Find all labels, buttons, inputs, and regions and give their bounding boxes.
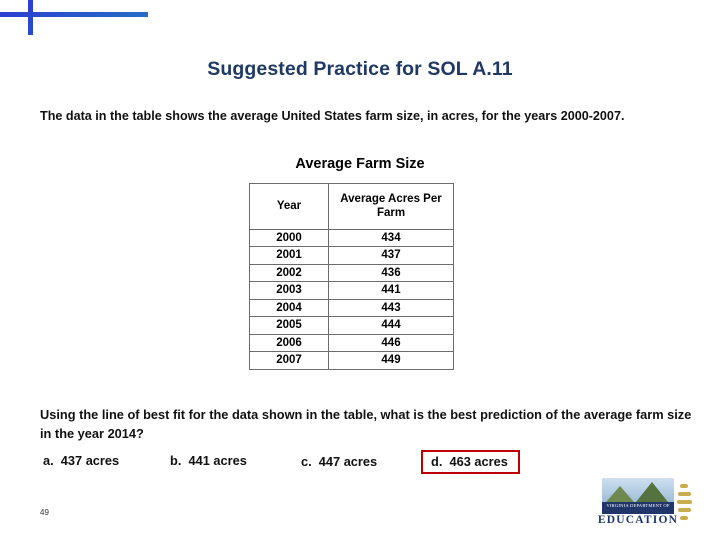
- table-row: 2007 449: [249, 351, 454, 370]
- choice-b[interactable]: b. 441 acres: [170, 453, 247, 468]
- cell-year: 2002: [249, 264, 329, 283]
- table-caption: Average Farm Size: [295, 156, 425, 172]
- cell-acres: 436: [328, 264, 454, 283]
- page-title: Suggested Practice for SOL A.11: [207, 58, 513, 80]
- table-row: 2006 446: [249, 334, 454, 353]
- virginia-doe-logo: VIRGINIA DEPARTMENT OF EDUCATION: [590, 478, 698, 530]
- column-header-acres: Average Acres Per Farm: [328, 183, 454, 230]
- answer-choices: a. 437 acres b. 441 acres c. 447 acres d…: [40, 450, 700, 476]
- page-number: 49: [40, 508, 49, 517]
- logo-wordmark: EDUCATION: [597, 514, 679, 526]
- choice-a[interactable]: a. 437 acres: [43, 453, 119, 468]
- cell-acres: 446: [328, 334, 454, 353]
- table-row: 2005 444: [249, 316, 454, 335]
- cell-year: 2001: [249, 246, 329, 265]
- cell-year: 2004: [249, 299, 329, 318]
- table-body: 2000 434 2001 437 2002 436 2003 441 2004…: [249, 228, 454, 370]
- state-seal-icon: VIRGINIA DEPARTMENT OF: [602, 478, 674, 514]
- swoosh-icon: [676, 482, 696, 522]
- table-row: 2000 434: [249, 228, 454, 248]
- seal-mountain-right: [636, 482, 668, 502]
- cell-year: 2003: [249, 281, 329, 300]
- column-header-year: Year: [249, 183, 329, 230]
- left-bar-mask: [24, 35, 38, 540]
- table-header-row: Year Average Acres Per Farm: [249, 183, 454, 230]
- cell-acres: 441: [328, 281, 454, 300]
- table-head: Year Average Acres Per Farm: [249, 183, 454, 230]
- cell-acres: 449: [328, 351, 454, 370]
- cell-year: 2000: [249, 228, 329, 248]
- question-text: Using the line of best fit for the data …: [40, 407, 692, 442]
- cell-year: 2007: [249, 351, 329, 370]
- cell-year: 2005: [249, 316, 329, 335]
- table-row: 2003 441: [249, 281, 454, 300]
- choice-c[interactable]: c. 447 acres: [301, 454, 377, 469]
- farm-size-table: Year Average Acres Per Farm 2000 434 200…: [249, 183, 454, 370]
- seal-text: VIRGINIA DEPARTMENT OF: [606, 503, 670, 508]
- cell-year: 2006: [249, 334, 329, 353]
- table-row: 2001 437: [249, 246, 454, 265]
- seal-mountain-left: [606, 486, 634, 502]
- top-bar-mask: [148, 6, 720, 24]
- cell-acres: 434: [328, 228, 454, 248]
- cell-acres: 443: [328, 299, 454, 318]
- table-row: 2004 443: [249, 299, 454, 318]
- intro-text: The data in the table shows the average …: [40, 109, 625, 123]
- choice-d-correct[interactable]: d. 463 acres: [421, 450, 520, 474]
- cell-acres: 437: [328, 246, 454, 265]
- cell-acres: 444: [328, 316, 454, 335]
- table-row: 2002 436: [249, 264, 454, 283]
